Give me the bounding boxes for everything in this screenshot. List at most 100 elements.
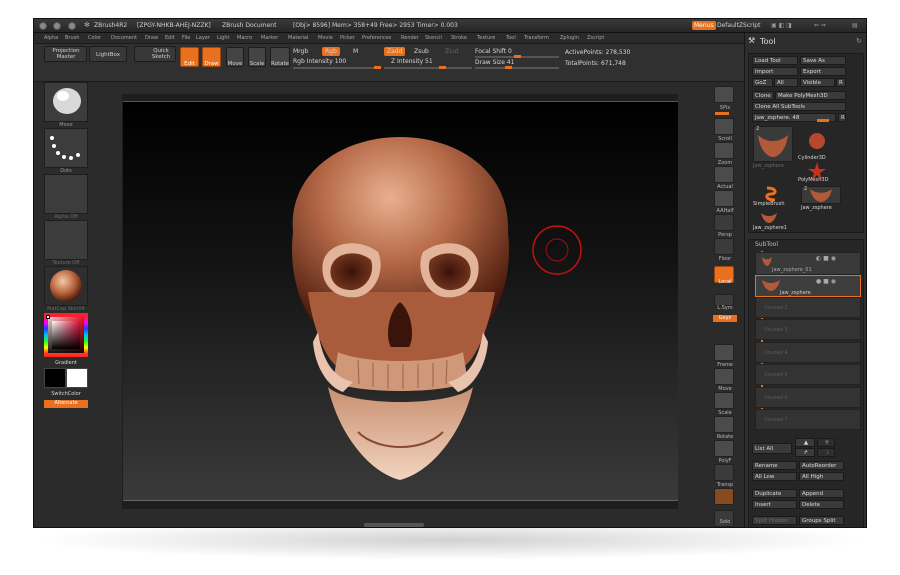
local-button[interactable]: Local xyxy=(713,279,737,285)
default-zscript[interactable]: DefaultZScript xyxy=(717,22,760,29)
focal-shift-knob[interactable] xyxy=(514,55,521,58)
alpha-thumbnail[interactable] xyxy=(44,174,88,214)
hue-ring[interactable] xyxy=(44,313,88,357)
menu-alpha[interactable]: Alpha xyxy=(44,35,58,41)
secondary-color-swatch[interactable] xyxy=(66,368,88,388)
menu-edit[interactable]: Edit xyxy=(165,35,175,41)
alternate-button[interactable]: Alternate xyxy=(44,400,88,408)
move-view-icon[interactable] xyxy=(714,368,734,385)
menu-marker[interactable]: Marker xyxy=(261,35,278,41)
subtool-item-1[interactable]: ◐ ■ ◉ Jaw_zsphere_01 xyxy=(755,252,861,275)
polyf-icon[interactable] xyxy=(714,440,734,457)
zoom-icon[interactable] xyxy=(714,142,734,159)
current-tool-knob[interactable] xyxy=(817,119,829,122)
lock-icon[interactable]: ▤ xyxy=(852,22,858,29)
subtool-empty-7[interactable]: Unused 7 xyxy=(755,409,861,430)
canvas[interactable] xyxy=(123,101,678,501)
groups-split-button[interactable]: Groups Split xyxy=(799,516,844,525)
menu-tool[interactable]: Tool xyxy=(506,35,516,41)
scale-button[interactable]: Scale xyxy=(248,47,266,67)
menu-brush[interactable]: Brush xyxy=(65,35,79,41)
spix-slider[interactable] xyxy=(715,112,729,115)
subtool-2-visibility-icon[interactable]: ● ■ ◉ xyxy=(816,278,836,285)
canvas-bottom-handle[interactable] xyxy=(364,523,424,527)
simplebrush-icon[interactable] xyxy=(761,186,781,202)
material-thumbnail[interactable] xyxy=(44,266,88,306)
gradient-label[interactable]: Gradient xyxy=(44,360,88,366)
menu-light[interactable]: Light xyxy=(217,35,229,41)
menu-stencil[interactable]: Stencil xyxy=(425,35,442,41)
menu-movie[interactable]: Movie xyxy=(318,35,333,41)
delete-button[interactable]: Delete xyxy=(799,500,844,509)
m-toggle[interactable]: M xyxy=(353,48,358,55)
rgb-intensity-slider[interactable]: Rgb Intensity 100 xyxy=(293,58,346,65)
tool-thumb-jaw[interactable]: 2 xyxy=(753,126,793,162)
import-button[interactable]: Import xyxy=(752,67,798,76)
goz-button[interactable]: GoZ xyxy=(752,78,773,87)
z-intensity-track[interactable] xyxy=(384,67,472,69)
clone-all-subtools-button[interactable]: Clone All SubTools xyxy=(752,102,846,111)
floor-button[interactable]: Floor xyxy=(713,256,737,262)
subtool-empty-2[interactable]: Unused 2 xyxy=(755,297,861,318)
minimize-window-button[interactable] xyxy=(53,22,61,30)
frame-icon[interactable] xyxy=(714,344,734,361)
jaw-zsphere1-icon[interactable] xyxy=(759,211,779,225)
refresh-icon[interactable]: ↻ xyxy=(856,37,862,45)
stroke-thumbnail[interactable] xyxy=(44,128,88,168)
projection-master-button[interactable]: Projection Master xyxy=(44,46,87,62)
all-high-button[interactable]: All High xyxy=(799,472,844,481)
make-polymesh-button[interactable]: Make PolyMesh3D xyxy=(775,91,846,100)
rename-button[interactable]: Rename xyxy=(752,461,797,470)
rgb-toggle[interactable]: Rgb xyxy=(322,47,340,56)
tool-thumb-jaw2[interactable]: 2 xyxy=(801,186,841,204)
bpr-icon[interactable] xyxy=(714,86,734,103)
move-up-arrow-icon[interactable]: ▲ xyxy=(795,438,815,447)
visible-button[interactable]: Visible xyxy=(800,78,835,87)
edit-button[interactable]: Edit xyxy=(180,47,199,67)
zadd-toggle[interactable]: Zadd xyxy=(384,47,406,56)
move-down-arrow-icon[interactable]: ▼ xyxy=(817,438,835,447)
menu-zscript[interactable]: Zscript xyxy=(587,35,604,41)
menu-texture[interactable]: Texture xyxy=(477,35,495,41)
rgb-intensity-track[interactable] xyxy=(293,67,381,69)
primary-color-swatch[interactable] xyxy=(44,368,66,388)
mrgb-toggle[interactable]: Mrgb xyxy=(293,48,308,55)
menu-picker[interactable]: Picker xyxy=(340,35,355,41)
subtool-item-2[interactable]: ● ■ ◉ Jaw_zsphere xyxy=(755,275,861,297)
r-button[interactable]: R xyxy=(836,78,846,87)
subtool-1-visibility-icon[interactable]: ◐ ■ ◉ xyxy=(816,255,836,262)
rgb-intensity-knob[interactable] xyxy=(374,66,381,69)
menu-transform[interactable]: Transform xyxy=(524,35,549,41)
clone-button[interactable]: Clone xyxy=(752,91,774,100)
draw-size-track[interactable] xyxy=(475,67,559,69)
subtool-title[interactable]: SubTool xyxy=(755,241,778,248)
z-intensity-knob[interactable] xyxy=(439,66,446,69)
persp-icon[interactable] xyxy=(714,214,734,231)
load-tool-button[interactable]: Load Tool xyxy=(752,56,798,65)
subtool-empty-4[interactable]: Unused 4 xyxy=(755,342,861,363)
menu-macro[interactable]: Macro xyxy=(237,35,252,41)
solo-button[interactable]: Solo xyxy=(713,519,737,525)
all-button[interactable]: All xyxy=(774,78,798,87)
menu-stroke[interactable]: Stroke xyxy=(451,35,467,41)
split-hidden-button[interactable]: Split Hidden xyxy=(752,516,797,525)
lightbox-button[interactable]: LightBox xyxy=(89,46,127,62)
menu-render[interactable]: Render xyxy=(401,35,419,41)
actual-icon[interactable] xyxy=(714,166,734,183)
gxyz-button[interactable]: Gxyz xyxy=(713,315,737,322)
subtool-empty-5[interactable]: Unused 5 xyxy=(755,364,861,385)
insert-button[interactable]: Insert xyxy=(752,500,797,509)
menu-layer[interactable]: Layer xyxy=(196,35,210,41)
transp-icon[interactable] xyxy=(714,464,734,481)
draw-button[interactable]: Draw xyxy=(202,47,221,67)
append-button[interactable]: Append xyxy=(799,489,844,498)
rotate-view-icon[interactable] xyxy=(714,416,734,433)
draw-size-slider[interactable]: Draw Size 41 xyxy=(475,59,514,66)
arrow-icons[interactable]: ⇐ ⇒ xyxy=(814,22,826,29)
close-window-button[interactable] xyxy=(39,22,47,30)
menu-zplugin[interactable]: Zplugin xyxy=(560,35,579,41)
tool-r-button[interactable]: R xyxy=(838,113,846,122)
menu-material[interactable]: Material xyxy=(288,35,308,41)
texture-thumbnail[interactable] xyxy=(44,220,88,260)
menu-draw[interactable]: Draw xyxy=(145,35,158,41)
